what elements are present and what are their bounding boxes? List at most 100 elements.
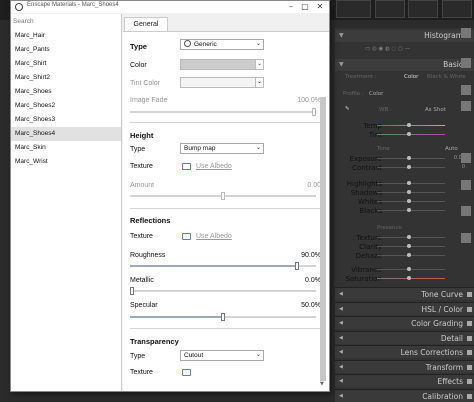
lightroom-section-header[interactable]: ◀ Color Grading	[335, 316, 474, 329]
material-list-item[interactable]: Marc_Wrist	[11, 155, 121, 169]
slider-knob[interactable]	[407, 267, 411, 271]
histogram-header[interactable]: ▼ Histogram	[335, 30, 474, 42]
panel-toggle[interactable]	[461, 85, 471, 95]
wb-value[interactable]: As Shot	[425, 107, 446, 113]
color-picker[interactable]: ⌄	[180, 59, 264, 70]
chevron-down-icon[interactable]: ⌄	[255, 78, 263, 87]
slider-knob[interactable]	[407, 181, 411, 185]
roughness-slider[interactable]	[130, 262, 316, 270]
section-toggle-switch[interactable]	[467, 364, 472, 370]
material-list-item[interactable]: Marc_Shoes	[11, 85, 121, 99]
section-toggle-switch[interactable]	[467, 393, 472, 399]
slider-track	[377, 269, 445, 270]
tone-auto-button[interactable]: Auto	[445, 146, 458, 152]
lightroom-section-header[interactable]: ◀ Detail	[335, 330, 474, 344]
image-fade-slider[interactable]	[130, 108, 316, 116]
panel-toggle[interactable]	[461, 58, 471, 68]
slider-knob[interactable]	[407, 165, 411, 169]
section-toggle-switch[interactable]	[467, 321, 472, 326]
material-list-item[interactable]: Marc_Shoes4	[11, 127, 121, 141]
tool-strip[interactable]: ▭ ◎ ◉ ◍ ◌ ○ —	[365, 46, 410, 52]
section-toggle-switch[interactable]	[467, 335, 472, 341]
panel-toggle[interactable]	[461, 233, 471, 243]
slider-thumb[interactable]	[312, 108, 316, 116]
lightroom-section-header[interactable]: ◀ Effects	[335, 374, 474, 387]
reflection-use-albedo-link[interactable]: Use Albedo	[196, 233, 232, 240]
title-bar[interactable]: Enscape Materials - Marc_Shoes4 – ▢ ✕	[11, 1, 329, 13]
lightroom-section-header[interactable]: ◀ HSL / Color	[335, 301, 474, 315]
slider-knob[interactable]	[407, 190, 411, 194]
slider-thumb[interactable]	[221, 192, 225, 200]
material-list-item[interactable]: Marc_Shoes3	[11, 113, 121, 127]
slider-knob[interactable]	[407, 156, 411, 160]
material-list-item[interactable]: Marc_Shirt	[11, 57, 121, 71]
wb-label: WB :	[379, 107, 392, 113]
tab-general[interactable]: General	[124, 17, 168, 31]
panel-toggle[interactable]	[461, 180, 471, 190]
lightroom-section-header[interactable]: ◀ Calibration	[335, 388, 474, 402]
search-input[interactable]	[13, 16, 119, 26]
profile-value[interactable]: Color	[369, 91, 383, 97]
folder-icon[interactable]	[182, 369, 191, 376]
folder-icon[interactable]	[182, 233, 191, 240]
slider-knob[interactable]	[407, 132, 411, 136]
minimize-button[interactable]: –	[284, 1, 298, 13]
slider-knob[interactable]	[407, 253, 411, 257]
height-type-dropdown[interactable]: Bump map ⌄	[180, 143, 264, 154]
lightroom-section-header[interactable]: ◀ Tone Curve	[335, 287, 474, 300]
section-toggle-switch[interactable]	[467, 379, 472, 384]
scrollbar[interactable]	[320, 97, 326, 381]
panel-toggle[interactable]	[461, 101, 471, 111]
section-toggle-switch[interactable]	[467, 292, 472, 297]
height-use-albedo-link[interactable]: Use Albedo	[196, 163, 232, 170]
section-toggle-switch[interactable]	[467, 350, 472, 355]
slider-knob[interactable]	[407, 276, 411, 280]
material-list-item[interactable]: Marc_Hair	[11, 29, 121, 43]
thumbnail[interactable]	[336, 0, 371, 18]
expand-triangle-icon: ◀	[339, 392, 343, 399]
slider-knob[interactable]	[407, 208, 411, 212]
material-list-item[interactable]: Marc_Skin	[11, 141, 121, 155]
slider-knob[interactable]	[407, 123, 411, 127]
folder-icon[interactable]	[182, 163, 191, 170]
material-list-item[interactable]: Marc_Pants	[11, 43, 121, 57]
thumbnail[interactable]	[408, 0, 438, 18]
metallic-slider[interactable]	[130, 287, 316, 295]
shadows-label: Shadows	[350, 189, 382, 197]
treatment-color-button[interactable]: Color	[404, 74, 418, 80]
panel-toggle[interactable]	[461, 153, 471, 163]
slider-track	[377, 246, 445, 247]
close-button[interactable]: ✕	[313, 1, 327, 13]
image-fade-value: 100.0%	[297, 97, 321, 104]
treatment-bw-button[interactable]: Black & White	[427, 74, 466, 80]
scroll-down-icon[interactable]: ▼	[320, 381, 324, 387]
maximize-button[interactable]: ▢	[298, 1, 312, 13]
panel-toggle[interactable]	[461, 28, 471, 38]
chevron-down-icon[interactable]: ⌄	[255, 60, 263, 69]
amount-slider[interactable]	[130, 192, 316, 200]
saturation-label: Saturation	[345, 275, 383, 283]
slider-thumb[interactable]	[130, 287, 134, 295]
thumbnail[interactable]	[442, 0, 472, 18]
material-list-item[interactable]: Marc_Shirt2	[11, 71, 121, 85]
slider-thumb[interactable]	[295, 262, 300, 270]
lightroom-section-header[interactable]: ◀ Transform	[335, 359, 474, 373]
slider-thumb[interactable]	[221, 313, 225, 321]
section-toggle-switch[interactable]	[467, 306, 472, 312]
slider-knob[interactable]	[407, 244, 411, 248]
thumbnail[interactable]	[375, 0, 405, 18]
temp-label: Temp	[363, 122, 382, 130]
slider-knob[interactable]	[407, 199, 411, 203]
material-type-dropdown[interactable]: Generic ⌄	[180, 39, 264, 50]
slider-track	[377, 192, 445, 193]
histogram-label: Histogram	[424, 31, 463, 40]
tint-color-picker[interactable]: ⌄	[180, 77, 264, 88]
material-list-item[interactable]: Marc_Shoes2	[11, 99, 121, 113]
slider-knob[interactable]	[407, 235, 411, 239]
lightroom-section-header[interactable]: ◀ Lens Corrections	[335, 345, 474, 358]
basic-header[interactable]: ▼ Basic	[335, 59, 474, 71]
panel-toggle[interactable]	[461, 206, 471, 216]
eyedropper-icon[interactable]: ✎	[345, 106, 350, 112]
specular-slider[interactable]	[130, 313, 316, 321]
transparency-type-dropdown[interactable]: Cutout ⌄	[180, 350, 264, 361]
